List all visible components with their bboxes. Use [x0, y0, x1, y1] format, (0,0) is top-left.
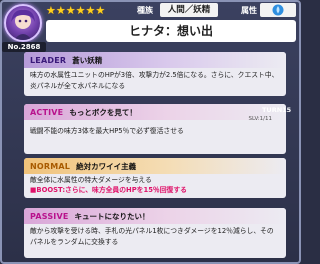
character-portrait[interactable] — [4, 4, 42, 42]
leader-skill-description: 味方の水属性ユニットのHPが3倍、攻撃力が2.5倍になる。さらに、クエスト中、炎… — [30, 71, 279, 90]
attribute-label: 属性 — [241, 6, 257, 15]
passive-skill: PASSIVE キュートになりたい！ 敵から攻撃を受ける時、手札の光パネル1枚に… — [24, 208, 286, 258]
star-icon: ★ — [75, 4, 86, 17]
leader-skill-type: LEADER — [30, 55, 67, 65]
normal-skill: NORMAL 絶対カワイイ主義 敵全体に水属性の特大ダメージを与える ■BOOS… — [24, 158, 286, 198]
passive-skill-header: PASSIVE キュートになりたい！ — [24, 208, 286, 224]
active-skill-name: もっとボクを見て！ — [69, 107, 137, 117]
leader-skill-header: LEADER 蒼い妖精 — [24, 52, 286, 68]
normal-skill-name: 絶対カワイイ主義 — [76, 161, 137, 171]
tribe-value: 人間／妖精 — [160, 3, 218, 17]
active-skill-description: 戦闘不能の味方3体を最大HP5％で必ず復活させる — [30, 127, 184, 135]
normal-skill-description: 敵全体に水属性の特大ダメージを与える — [30, 176, 152, 184]
leader-skill: LEADER 蒼い妖精 味方の水属性ユニットのHPが3倍、攻撃力が2.5倍になる… — [24, 52, 286, 96]
star-icon: ★ — [85, 4, 96, 17]
star-icon: ★ — [46, 4, 56, 17]
passive-skill-type: PASSIVE — [30, 211, 69, 221]
normal-skill-boost: ■BOOST:さらに、味方全員のHPを15％回復する — [30, 186, 187, 194]
active-skill-header: ACTIVE もっとボクを見て！ — [24, 104, 286, 120]
tribe-label: 種族 — [137, 6, 153, 15]
active-skill-type: ACTIVE — [30, 107, 64, 117]
active-skill: ACTIVE もっとボクを見て！ SLV:1/11 戦闘不能の味方3体を最大HP… — [24, 104, 286, 154]
passive-skill-name: キュートになりたい！ — [74, 211, 150, 221]
card-title: ヒナタ：想い出 — [46, 20, 296, 42]
attribute-value — [260, 3, 296, 17]
skill-level: SLV:1/11 — [248, 116, 272, 122]
star-icon: ★ — [65, 4, 76, 17]
rarity-stars: ★ ★ ★ ★ ★ ★ — [46, 4, 105, 18]
active-skill-turns: TURN15 — [262, 106, 292, 114]
passive-skill-description: 敵から攻撃を受ける時、手札の光パネル1枚につきダメージを12％減らし、そのパネル… — [30, 227, 274, 246]
water-drop-icon — [272, 4, 284, 16]
card-number: No.2868 — [2, 42, 46, 52]
star-icon: ★ — [55, 4, 66, 17]
leader-skill-name: 蒼い妖精 — [72, 55, 103, 65]
normal-skill-header: NORMAL 絶対カワイイ主義 — [24, 158, 286, 174]
star-icon: ★ — [95, 4, 106, 17]
normal-skill-type: NORMAL — [30, 161, 71, 171]
